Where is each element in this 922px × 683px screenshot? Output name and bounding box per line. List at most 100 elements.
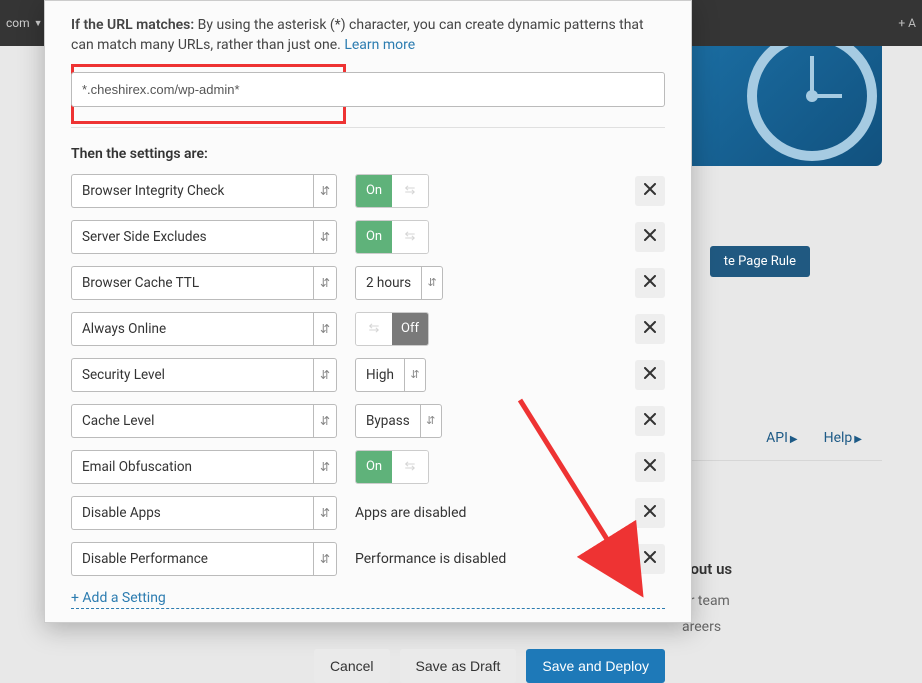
setting-value: 2 hours [355,266,443,300]
learn-more-link[interactable]: Learn more [344,37,415,53]
create-page-rule-button[interactable]: te Page Rule [710,246,810,277]
setting-value: High [355,358,426,392]
setting-row: Email Obfuscation On⇆ [71,450,665,484]
remove-setting-button[interactable] [635,360,665,390]
bg-promo-panel [682,46,882,166]
close-icon [644,183,656,198]
remove-setting-button[interactable] [635,222,665,252]
help-link[interactable]: Help▶ [824,430,862,446]
value-select-label: 2 hours [355,266,421,300]
setting-row: Disable Performance Performance is disabl… [71,542,665,576]
sort-arrows-icon [404,358,426,392]
setting-row: Cache Level Bypass [71,404,665,438]
sort-arrows-icon [313,312,337,346]
remove-setting-button[interactable] [635,314,665,344]
remove-setting-button[interactable] [635,406,665,436]
about-team-link[interactable]: ur team [682,588,862,615]
toggle-on[interactable]: On [356,221,392,253]
setting-select[interactable]: Disable Apps [71,496,337,530]
about-careers-link[interactable]: areers [682,614,862,641]
bg-divider [682,460,882,461]
close-icon [644,505,656,520]
toggle-off[interactable]: ⇆ [392,175,428,207]
close-icon [644,275,656,290]
bg-add-button[interactable]: + A [898,16,916,30]
setting-select[interactable]: Browser Cache TTL [71,266,337,300]
remove-setting-button[interactable] [635,176,665,206]
sort-arrows-icon [313,174,337,208]
setting-static-text: Performance is disabled [355,551,506,567]
sort-arrows-icon [313,450,337,484]
toggle[interactable]: On⇆ [355,174,429,208]
setting-value: On⇆ [355,450,429,484]
setting-select[interactable]: Email Obfuscation [71,450,337,484]
bg-domain-crumb[interactable]: com [6,16,30,30]
bg-about-section: bout us ur team areers [682,555,862,641]
setting-value: Bypass [355,404,442,438]
add-setting-link[interactable]: + Add a Setting [71,590,665,609]
close-icon [644,551,656,566]
value-select[interactable]: 2 hours [355,266,443,300]
sort-arrows-icon [313,220,337,254]
toggle-off[interactable]: ⇆ [392,451,428,483]
page-rule-modal: If the URL matches: By using the asteris… [44,0,692,623]
url-match-description: If the URL matches: By using the asteris… [71,15,665,56]
value-select-label: High [355,358,404,392]
value-select[interactable]: Bypass [355,404,442,438]
toggle-on[interactable]: On [356,175,392,207]
setting-select-label: Disable Performance [71,542,313,576]
remove-setting-button[interactable] [635,498,665,528]
about-heading: bout us [682,555,862,584]
setting-row: Browser Cache TTL 2 hours [71,266,665,300]
url-match-label: If the URL matches: [71,17,194,33]
section-divider [71,127,665,128]
setting-value: Apps are disabled [355,505,466,521]
setting-select-label: Security Level [71,358,313,392]
bg-links: API▶ Help▶ [766,430,862,446]
remove-setting-button[interactable] [635,268,665,298]
setting-value: Performance is disabled [355,551,506,567]
sort-arrows-icon [313,496,337,530]
setting-row: Security Level High [71,358,665,392]
setting-select[interactable]: Always Online [71,312,337,346]
modal-footer: Cancel Save as Draft Save and Deploy [71,609,665,683]
value-select[interactable]: High [355,358,426,392]
setting-value: ⇆Off [355,312,429,346]
close-icon [644,413,656,428]
sort-arrows-icon [313,404,337,438]
dropdown-caret-icon: ▼ [34,18,43,29]
close-icon [644,321,656,336]
setting-row: Server Side Excludes On⇆ [71,220,665,254]
save-draft-button[interactable]: Save as Draft [400,649,517,683]
setting-select-label: Always Online [71,312,313,346]
setting-static-text: Apps are disabled [355,505,466,521]
sort-arrows-icon [313,542,337,576]
remove-setting-button[interactable] [635,544,665,574]
sort-arrows-icon [420,404,442,438]
save-deploy-button[interactable]: Save and Deploy [526,649,665,683]
toggle[interactable]: On⇆ [355,220,429,254]
toggle[interactable]: On⇆ [355,450,429,484]
url-pattern-input[interactable] [71,72,665,107]
toggle-on[interactable]: ⇆ [356,313,392,345]
sort-arrows-icon [313,266,337,300]
setting-select[interactable]: Server Side Excludes [71,220,337,254]
setting-select[interactable]: Disable Performance [71,542,337,576]
toggle-off[interactable]: Off [392,313,428,345]
value-select-label: Bypass [355,404,420,438]
setting-select[interactable]: Browser Integrity Check [71,174,337,208]
close-icon [644,459,656,474]
setting-select[interactable]: Cache Level [71,404,337,438]
close-icon [644,367,656,382]
sort-arrows-icon [421,266,443,300]
toggle-off[interactable]: ⇆ [392,221,428,253]
api-link[interactable]: API▶ [766,430,797,446]
toggle[interactable]: ⇆Off [355,312,429,346]
setting-value: On⇆ [355,220,429,254]
remove-setting-button[interactable] [635,452,665,482]
setting-row: Always Online ⇆Off [71,312,665,346]
setting-select-label: Browser Integrity Check [71,174,313,208]
cancel-button[interactable]: Cancel [314,649,390,683]
toggle-on[interactable]: On [356,451,392,483]
setting-select[interactable]: Security Level [71,358,337,392]
